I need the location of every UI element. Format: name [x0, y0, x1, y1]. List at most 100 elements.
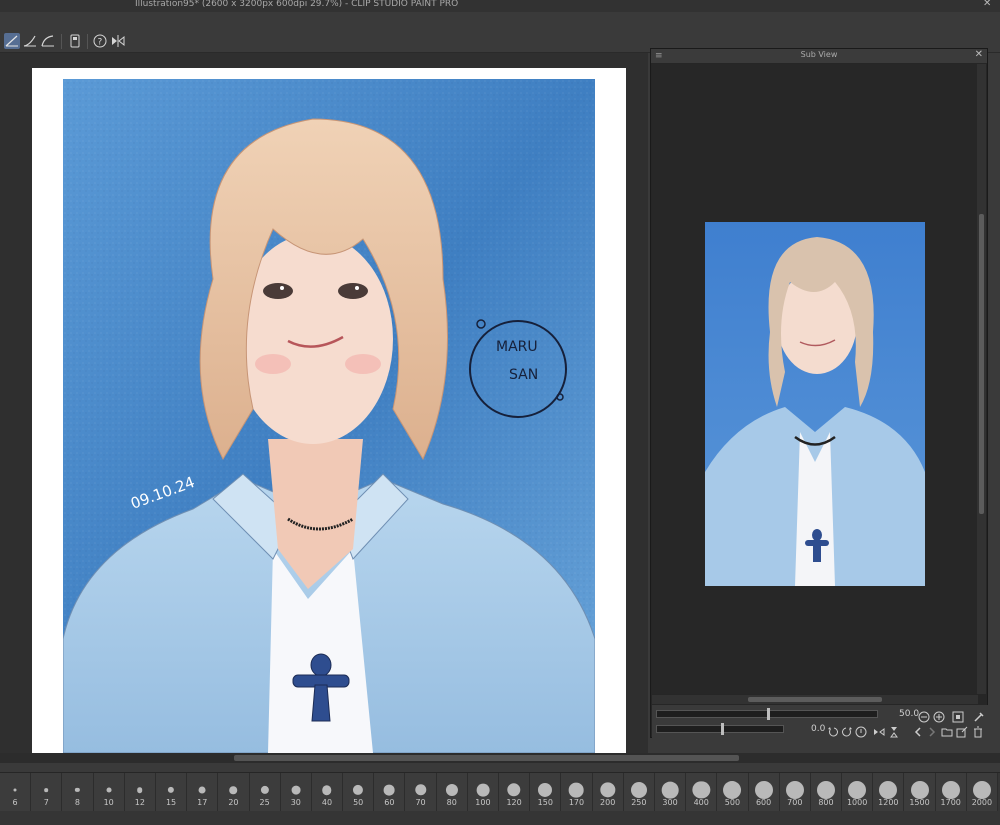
brush-size-item[interactable]: 1200 [873, 773, 905, 811]
brush-size-item[interactable]: 400 [686, 773, 718, 811]
close-icon[interactable]: ✕ [975, 49, 983, 60]
pen-pressure-icon[interactable] [22, 33, 38, 49]
brush-size-item[interactable]: 70 [405, 773, 437, 811]
brush-size-item[interactable]: 2000 [966, 773, 998, 811]
help-icon[interactable]: ? [92, 33, 108, 49]
rotate-right-icon[interactable] [841, 723, 853, 737]
brush-size-item[interactable]: 1500 [904, 773, 936, 811]
brush-size-item[interactable]: 15 [155, 773, 188, 811]
import-icon[interactable] [956, 723, 968, 738]
brush-size-item[interactable]: 170 [561, 773, 593, 811]
brush-size-item[interactable]: 1700 [935, 773, 967, 811]
folder-open-icon[interactable] [941, 723, 953, 737]
brush-size-preview-icon [13, 788, 17, 792]
brush-size-palette: 6 7 8 10 12 15 17 20 25 30 40 50 60 70 80 100 120 150 170 2… [0, 772, 1000, 825]
next-image-icon[interactable] [926, 723, 938, 737]
brush-size-label: 400 [693, 798, 709, 807]
flip-icon[interactable] [110, 33, 126, 49]
scroll-thumb[interactable] [234, 755, 739, 761]
zoom-slider-knob[interactable] [767, 708, 770, 720]
brush-size-item[interactable]: 1000 [842, 773, 874, 811]
flip-vertical-icon[interactable] [888, 723, 900, 738]
brush-size-preview-icon [785, 781, 804, 799]
brush-size-label: 6 [12, 798, 18, 807]
artwork-illustration[interactable]: MARU SAN 09.10.24 [63, 79, 595, 753]
scroll-thumb[interactable] [748, 697, 882, 702]
brush-size-item[interactable]: 800 [810, 773, 843, 811]
rotate-left-icon[interactable] [827, 723, 839, 737]
rotate-slider[interactable] [656, 723, 784, 735]
reference-photo[interactable] [705, 222, 925, 586]
brush-size-item[interactable]: 80 [436, 773, 468, 811]
sub-view-controls: 50.0 0.0 [652, 705, 988, 738]
brush-size-preview-icon [260, 785, 269, 795]
brush-size-item[interactable]: 60 [374, 773, 406, 811]
toolbar-divider [87, 34, 88, 49]
tablet-icon[interactable] [67, 33, 83, 49]
sub-view-horizontal-scrollbar[interactable] [652, 695, 978, 704]
brush-size-label: 1000 [846, 798, 868, 807]
sub-view-panel: ≡ Sub View ✕ 50.0 0.0 [650, 48, 988, 738]
signature-text: SAN [509, 367, 538, 383]
brush-size-preview-icon [167, 786, 175, 794]
brush-size-preview-icon [414, 784, 427, 796]
brush-size-item[interactable]: 40 [311, 773, 344, 811]
brush-size-item[interactable]: 100 [467, 773, 499, 811]
brush-size-item[interactable]: 17 [187, 773, 219, 811]
brush-size-item[interactable]: 20 [218, 773, 250, 811]
trash-icon[interactable] [972, 723, 984, 738]
brush-size-label: 700 [787, 798, 803, 807]
zoom-value: 50.0 [899, 709, 920, 719]
previous-image-icon[interactable] [912, 723, 924, 737]
title-bar: Illustration95* (2600 x 3200px 600dpi 29… [0, 0, 1000, 12]
brush-size-item[interactable]: 120 [499, 773, 531, 811]
brush-size-item[interactable]: 10 [93, 773, 125, 811]
reset-rotation-icon[interactable] [855, 723, 867, 738]
brush-size-item[interactable]: 500 [717, 773, 749, 811]
zoom-slider[interactable] [656, 708, 878, 720]
brush-size-preview-icon [383, 784, 395, 796]
fit-view-icon[interactable] [952, 708, 964, 723]
brush-size-preview-icon [599, 782, 616, 798]
sub-view-viewport[interactable] [652, 64, 978, 694]
brush-size-label: 1700 [940, 798, 961, 807]
pen-pressure-icon[interactable] [40, 33, 56, 49]
canvas-area[interactable]: MARU SAN 09.10.24 [0, 53, 648, 753]
brush-size-item[interactable]: 25 [249, 773, 281, 811]
sub-view-header: ≡ Sub View ✕ [651, 49, 987, 63]
sub-view-vertical-scrollbar[interactable] [977, 64, 986, 694]
brush-size-label: 300 [662, 798, 678, 807]
brush-size-item[interactable]: 150 [530, 773, 562, 811]
brush-size-label: 7 [43, 798, 49, 807]
rotate-slider-knob[interactable] [721, 723, 724, 735]
canvas-horizontal-scrollbar[interactable] [0, 753, 1000, 763]
pen-pressure-icon[interactable] [4, 33, 20, 49]
close-icon[interactable]: ✕ [983, 0, 991, 9]
flip-horizontal-icon[interactable] [873, 723, 885, 736]
brush-size-label: 70 [415, 798, 426, 807]
eyedropper-icon[interactable] [973, 708, 985, 722]
brush-size-item[interactable]: 50 [343, 773, 375, 811]
brush-size-item[interactable]: 7 [31, 773, 63, 811]
zoom-in-icon[interactable] [933, 708, 945, 723]
brush-size-label: 170 [568, 798, 585, 807]
brush-size-label: 250 [631, 798, 647, 807]
brush-size-item[interactable]: 6 [0, 773, 32, 811]
brush-size-item[interactable]: 250 [623, 773, 655, 811]
brush-size-item[interactable]: 700 [779, 773, 811, 811]
brush-size-item[interactable]: 600 [748, 773, 780, 811]
brush-size-item[interactable]: 8 [62, 773, 94, 811]
sub-view-title: Sub View [800, 50, 838, 59]
zoom-out-icon[interactable] [918, 708, 930, 723]
brush-size-label: 800 [818, 798, 834, 807]
scroll-thumb[interactable] [979, 214, 984, 514]
brush-size-preview-icon [291, 785, 301, 795]
brush-size-item[interactable]: 300 [654, 773, 687, 811]
brush-size-item[interactable]: 200 [592, 773, 624, 811]
canvas-paper[interactable]: MARU SAN 09.10.24 [32, 68, 626, 753]
brush-size-item[interactable]: 12 [124, 773, 156, 811]
brush-size-preview-icon [630, 782, 647, 798]
brush-size-item[interactable]: 30 [280, 773, 312, 811]
brush-size-label: 15 [165, 798, 177, 807]
brush-size-preview-icon [353, 784, 364, 796]
